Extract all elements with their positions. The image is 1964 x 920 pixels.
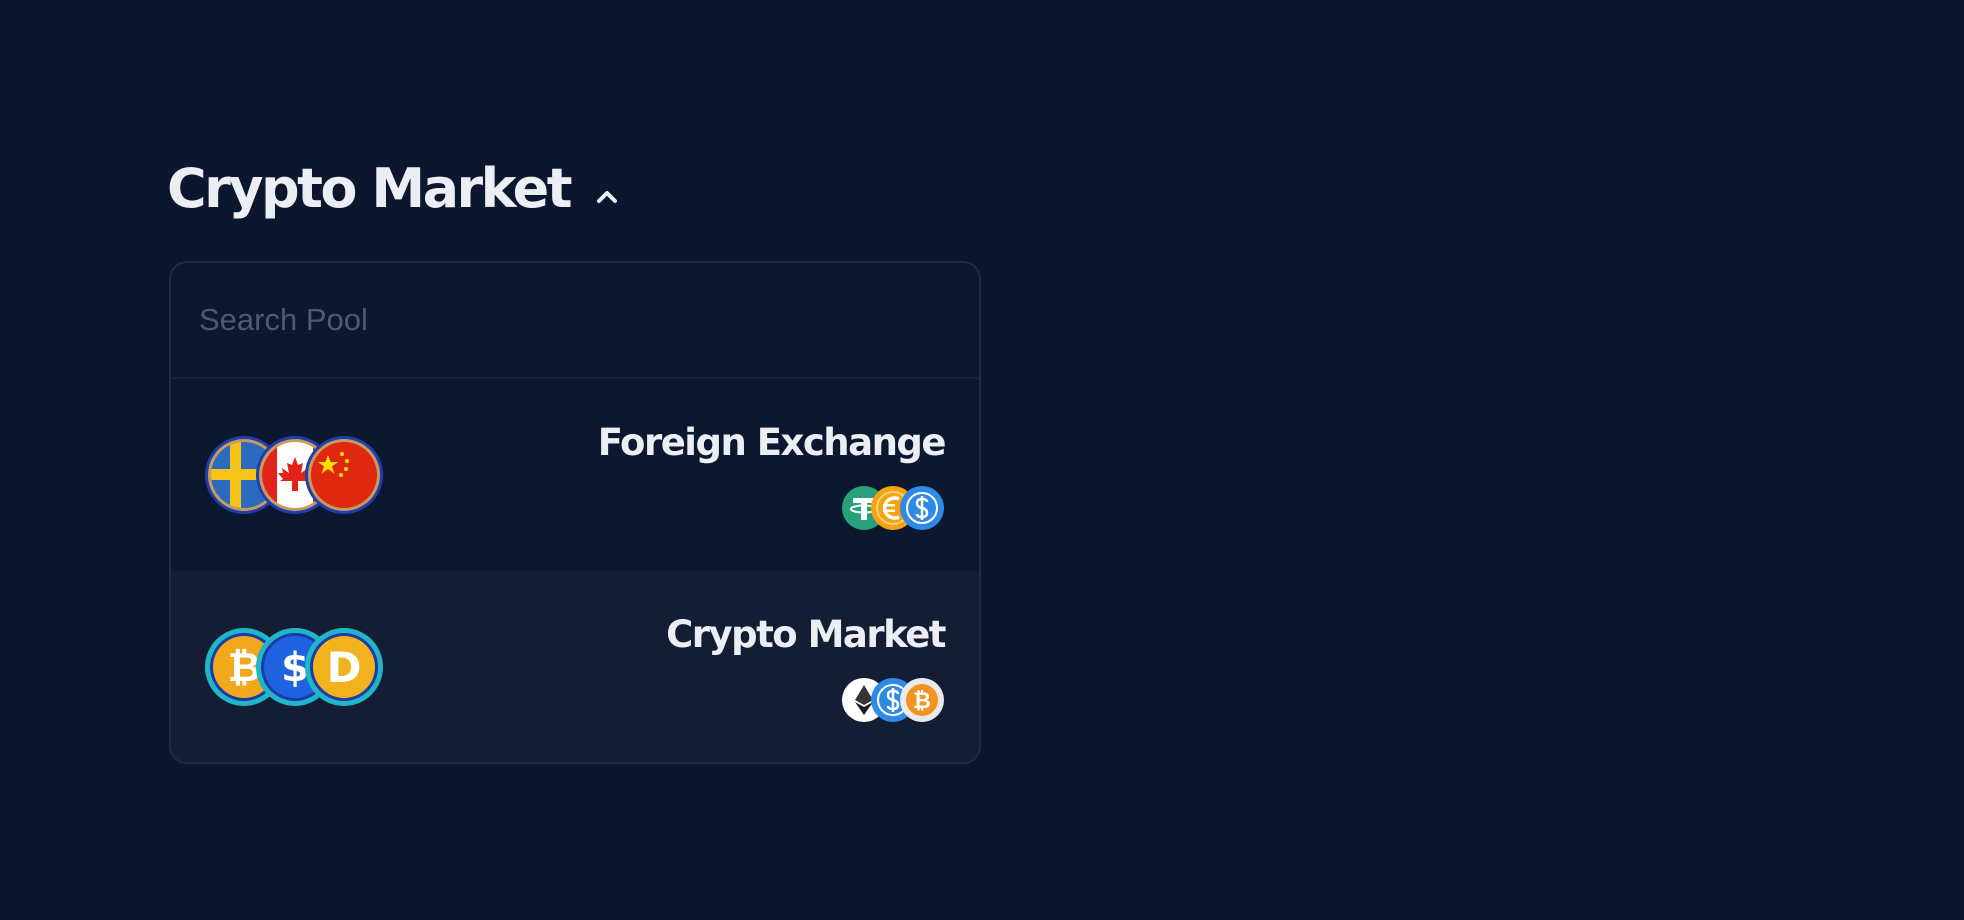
dropdown-header[interactable]: Crypto Market	[167, 158, 622, 220]
dogecoin-icon: D	[305, 628, 383, 706]
pool-name: Crypto Market	[666, 613, 946, 656]
svg-text:₿: ₿	[913, 689, 931, 714]
pool-dropdown-panel: Foreign Exchange	[169, 261, 981, 764]
pool-option-crypto-market[interactable]: ₿ $ D Crypto Market ₿	[171, 571, 979, 762]
usd-coin-icon	[900, 486, 944, 530]
page-title: Crypto Market	[167, 157, 573, 220]
pool-main-icons: ₿ $ D	[204, 627, 394, 709]
chevron-up-icon[interactable]	[592, 181, 622, 211]
svg-text:D: D	[327, 643, 362, 692]
search-bar	[171, 263, 979, 379]
pool-token-icons: ₿	[841, 677, 945, 723]
china-flag-icon	[305, 436, 383, 514]
pool-name: Foreign Exchange	[597, 421, 947, 464]
pool-main-icons	[204, 435, 394, 517]
search-input[interactable]	[199, 302, 899, 338]
pool-option-foreign-exchange[interactable]: Foreign Exchange	[171, 379, 979, 571]
pool-token-icons	[841, 485, 945, 531]
bitcoin-icon: ₿	[900, 678, 944, 722]
